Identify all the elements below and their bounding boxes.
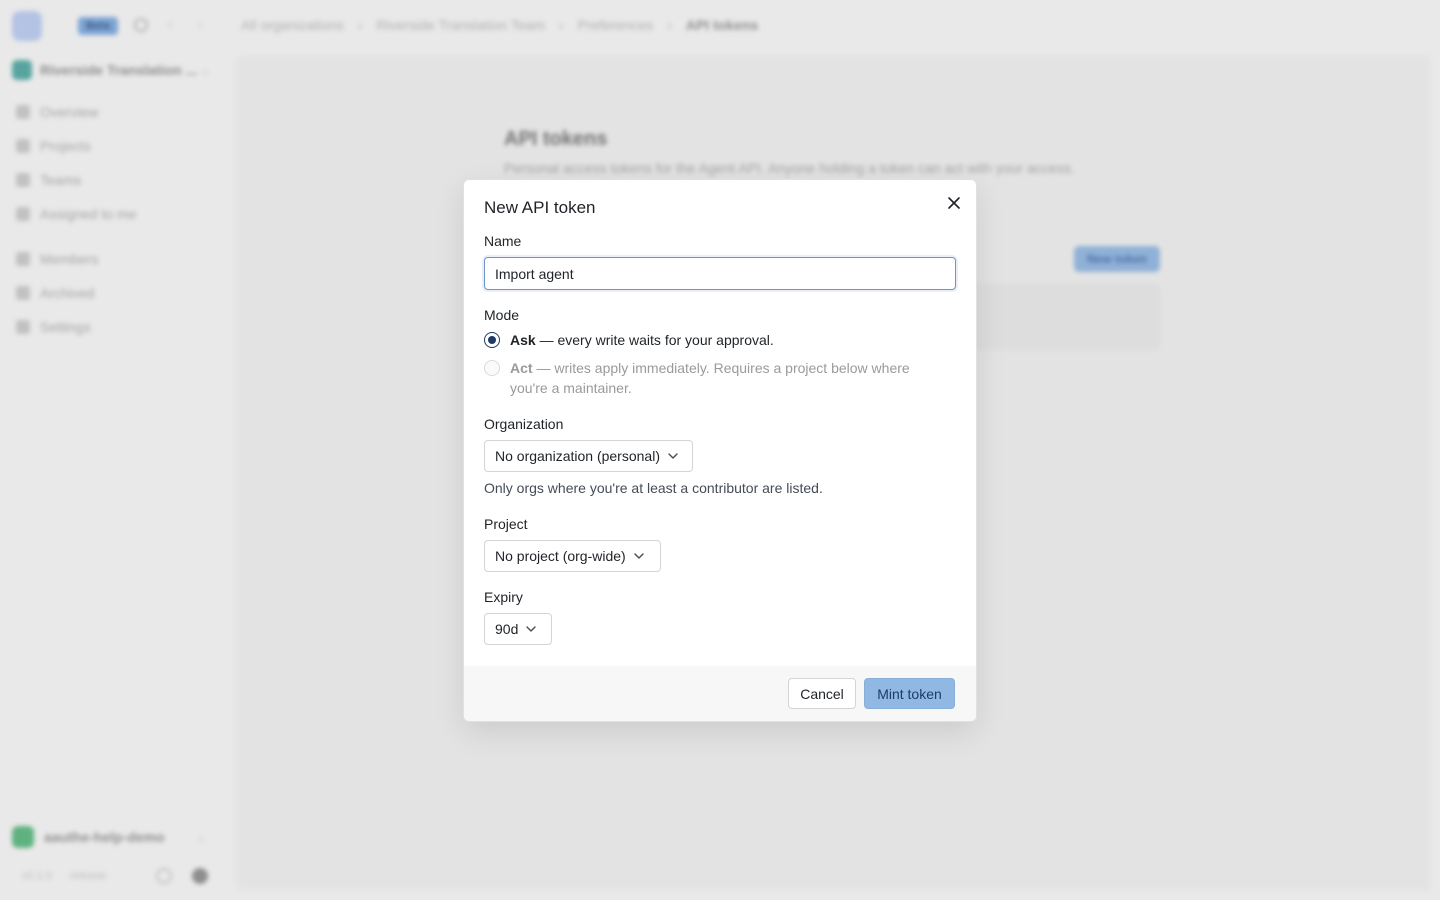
dialog-footer: Cancel Mint token <box>464 666 976 721</box>
mode-ask-title: Ask <box>510 332 536 348</box>
close-icon <box>948 197 960 209</box>
project-label: Project <box>484 516 528 532</box>
close-button[interactable] <box>944 193 964 213</box>
new-token-dialog: New API token Name Mode Ask — every writ… <box>463 179 977 722</box>
mode-ask-description: — every write waits for your approval. <box>535 332 774 348</box>
mode-ask-option[interactable]: Ask — every write waits for your approva… <box>484 330 774 350</box>
expiry-select[interactable]: 90d <box>484 613 552 645</box>
organization-label: Organization <box>484 416 564 432</box>
expiry-value: 90d <box>495 621 519 637</box>
mode-label: Mode <box>484 307 520 323</box>
project-select[interactable]: No project (org-wide) <box>484 540 661 572</box>
chevron-down-icon <box>634 553 644 559</box>
mode-act-option[interactable]: Act — writes apply immediately. Requires… <box>484 358 924 398</box>
project-value: No project (org-wide) <box>495 548 626 564</box>
mode-act-title: Act <box>510 360 533 376</box>
name-input[interactable] <box>484 257 956 290</box>
organization-help-text: Only orgs where you're at least a contri… <box>484 480 823 496</box>
chevron-down-icon <box>526 626 537 632</box>
expiry-label: Expiry <box>484 589 523 605</box>
mode-ask-radio[interactable] <box>484 332 500 348</box>
cancel-button[interactable]: Cancel <box>788 678 856 709</box>
mode-act-text: Act — writes apply immediately. Requires… <box>510 358 924 398</box>
organization-select[interactable]: No organization (personal) <box>484 440 693 472</box>
dialog-title: New API token <box>484 198 596 217</box>
mode-ask-text: Ask — every write waits for your approva… <box>510 330 774 350</box>
mint-token-button[interactable]: Mint token <box>864 678 955 709</box>
name-label: Name <box>484 233 522 249</box>
mode-act-description: — writes apply immediately. Requires a p… <box>510 360 910 396</box>
organization-value: No organization (personal) <box>495 448 660 464</box>
chevron-down-icon <box>668 453 678 459</box>
mode-act-radio[interactable] <box>484 360 500 376</box>
